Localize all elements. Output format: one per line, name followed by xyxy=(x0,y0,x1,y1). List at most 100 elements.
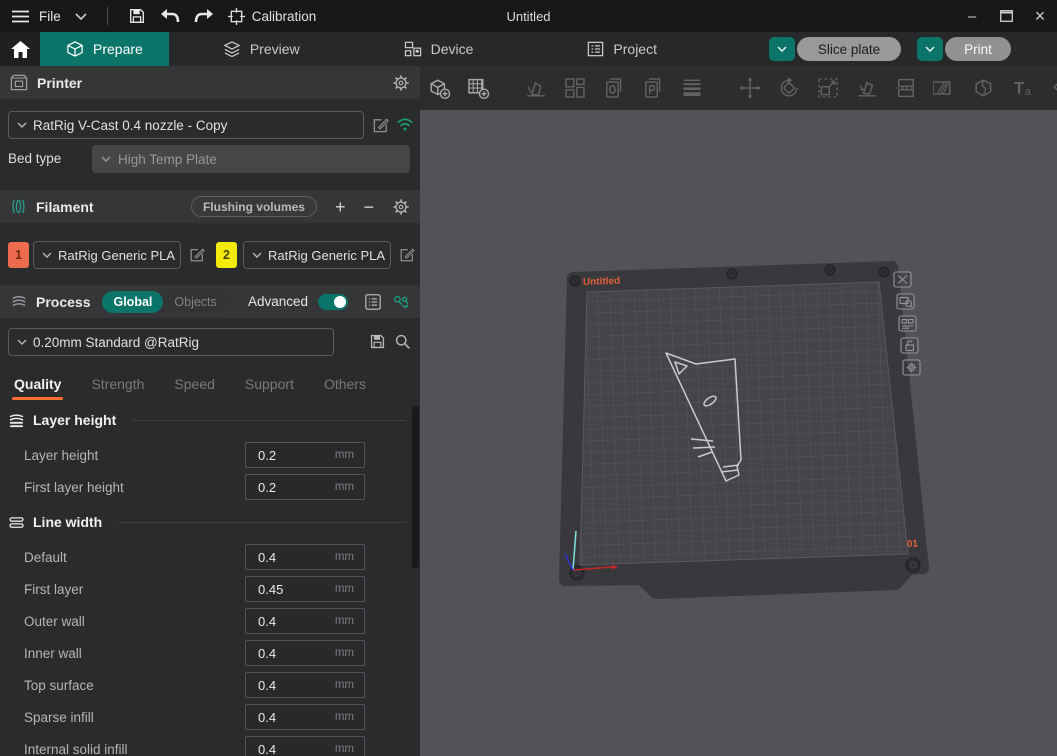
edit-filament-2-icon[interactable] xyxy=(399,247,415,263)
advanced-toggle[interactable] xyxy=(318,294,348,310)
value-field[interactable] xyxy=(246,480,335,495)
scale-button[interactable] xyxy=(815,75,841,101)
close-button[interactable]: × xyxy=(1023,0,1057,32)
cut-button[interactable] xyxy=(893,75,919,101)
mesh-boolean-button[interactable] xyxy=(932,75,958,101)
process-icon xyxy=(10,294,28,310)
move-button[interactable] xyxy=(737,75,763,101)
chevron-down-icon[interactable] xyxy=(75,13,87,20)
rule xyxy=(132,420,406,421)
flushing-volumes-button[interactable]: Flushing volumes xyxy=(191,196,317,217)
param-label: Internal solid infill xyxy=(24,742,128,756)
auto-orient-button[interactable] xyxy=(523,75,549,101)
split-to-parts-button[interactable] xyxy=(640,75,666,101)
remove-filament-button[interactable]: − xyxy=(363,198,374,216)
value-field[interactable] xyxy=(246,614,335,629)
minimize-button[interactable]: – xyxy=(955,0,989,32)
print-button[interactable]: Print xyxy=(945,37,1011,61)
filament-settings-gear-icon[interactable] xyxy=(392,198,410,216)
filament-icon xyxy=(10,198,27,215)
line-width-icon xyxy=(8,516,25,529)
scope-objects-button[interactable]: Objects xyxy=(163,291,227,313)
value-field[interactable] xyxy=(246,550,335,565)
undo-icon[interactable] xyxy=(160,8,180,24)
compare-presets-icon[interactable] xyxy=(392,293,410,311)
filament-1-value: RatRig Generic PLA xyxy=(58,248,175,263)
group-line-width: Line width xyxy=(8,514,406,530)
print-options-dropdown[interactable] xyxy=(917,37,943,61)
tab-prepare[interactable]: Prepare xyxy=(40,32,169,66)
printer-icon xyxy=(10,74,28,91)
lay-on-face-button[interactable] xyxy=(854,75,880,101)
param-input-default: mm xyxy=(245,544,365,570)
value-field[interactable] xyxy=(246,646,335,661)
value-field[interactable] xyxy=(246,710,335,725)
add-plate-button[interactable] xyxy=(465,75,491,101)
save-icon[interactable] xyxy=(128,7,146,25)
value-field[interactable] xyxy=(246,582,335,597)
options-list-icon[interactable] xyxy=(364,293,382,311)
tab-strength[interactable]: Strength xyxy=(91,376,144,400)
arrange-button[interactable] xyxy=(562,75,588,101)
calibration-menu[interactable]: Calibration xyxy=(228,8,317,25)
param-label: First layer height xyxy=(24,480,124,495)
value-field[interactable] xyxy=(246,742,335,756)
filament-2-badge[interactable]: 2 xyxy=(216,242,237,268)
process-preset-combo[interactable]: 0.20mm Standard @RatRig xyxy=(8,328,334,356)
edit-printer-icon[interactable] xyxy=(372,117,389,134)
slice-plate-split-button: Slice plate xyxy=(769,37,901,61)
save-preset-icon[interactable] xyxy=(369,333,386,350)
viewport: Ta xyxy=(420,66,1057,756)
chevron-down-icon xyxy=(42,252,52,258)
filament-2-combo[interactable]: RatRig Generic PLA xyxy=(243,241,391,269)
side-panel: Printer RatRig V-Cast 0.4 nozzle - Copy … xyxy=(0,66,420,756)
plate-preview-button[interactable] xyxy=(897,294,914,309)
chevron-down-icon xyxy=(17,122,27,128)
tab-device[interactable]: Device xyxy=(378,32,500,66)
maximize-button[interactable] xyxy=(989,0,1023,32)
variable-layer-height-button[interactable] xyxy=(679,75,705,101)
wifi-icon[interactable] xyxy=(396,117,414,132)
param-input-outer-wall: mm xyxy=(245,608,365,634)
value-field[interactable] xyxy=(246,678,335,693)
scene-3d[interactable]: Untitled 01 xyxy=(420,110,1057,756)
tab-project[interactable]: Project xyxy=(561,32,683,66)
edit-filament-1-icon[interactable] xyxy=(189,247,205,263)
params-scrollbar[interactable] xyxy=(412,406,419,568)
home-icon xyxy=(11,41,30,58)
plate-settings-button[interactable] xyxy=(903,360,920,375)
tab-quality[interactable]: Quality xyxy=(14,376,61,400)
bed-type-combo[interactable]: High Temp Plate xyxy=(92,145,410,173)
arrange-plate-button[interactable] xyxy=(899,316,916,331)
printer-settings-gear-icon[interactable] xyxy=(392,74,410,92)
fix-model-button[interactable] xyxy=(971,75,997,101)
color-paint-button[interactable] xyxy=(1049,75,1057,101)
tab-others[interactable]: Others xyxy=(324,376,366,400)
filament-1-combo[interactable]: RatRig Generic PLA xyxy=(33,241,181,269)
search-icon[interactable] xyxy=(394,333,411,350)
printer-preset-combo[interactable]: RatRig V-Cast 0.4 nozzle - Copy xyxy=(8,111,364,139)
title-bar: File Calibration Untitled – × xyxy=(0,0,1057,32)
redo-icon[interactable] xyxy=(194,8,214,24)
tab-preview[interactable]: Preview xyxy=(197,32,326,66)
rotate-button[interactable] xyxy=(776,75,802,101)
home-button[interactable] xyxy=(0,32,40,66)
rule xyxy=(118,522,406,523)
filament-1-badge[interactable]: 1 xyxy=(8,242,29,268)
text-tool-button[interactable]: Ta xyxy=(1010,75,1036,101)
build-plate[interactable]: Untitled 01 xyxy=(565,265,923,593)
viewport-toolbar: Ta xyxy=(420,66,1057,110)
tab-support[interactable]: Support xyxy=(245,376,294,400)
slice-plate-button[interactable]: Slice plate xyxy=(797,37,901,61)
tab-speed[interactable]: Speed xyxy=(174,376,214,400)
split-to-objects-button[interactable] xyxy=(601,75,627,101)
build-plate-canvas: Untitled 01 xyxy=(420,110,1057,756)
scope-global-button[interactable]: Global xyxy=(102,291,163,313)
slice-options-dropdown[interactable] xyxy=(769,37,795,61)
file-menu[interactable]: File xyxy=(12,9,61,24)
value-field[interactable] xyxy=(246,448,335,463)
delete-plate-button[interactable] xyxy=(894,272,911,287)
lock-plate-button[interactable] xyxy=(901,338,918,353)
add-filament-button[interactable]: + xyxy=(335,198,346,216)
add-object-button[interactable] xyxy=(426,75,452,101)
